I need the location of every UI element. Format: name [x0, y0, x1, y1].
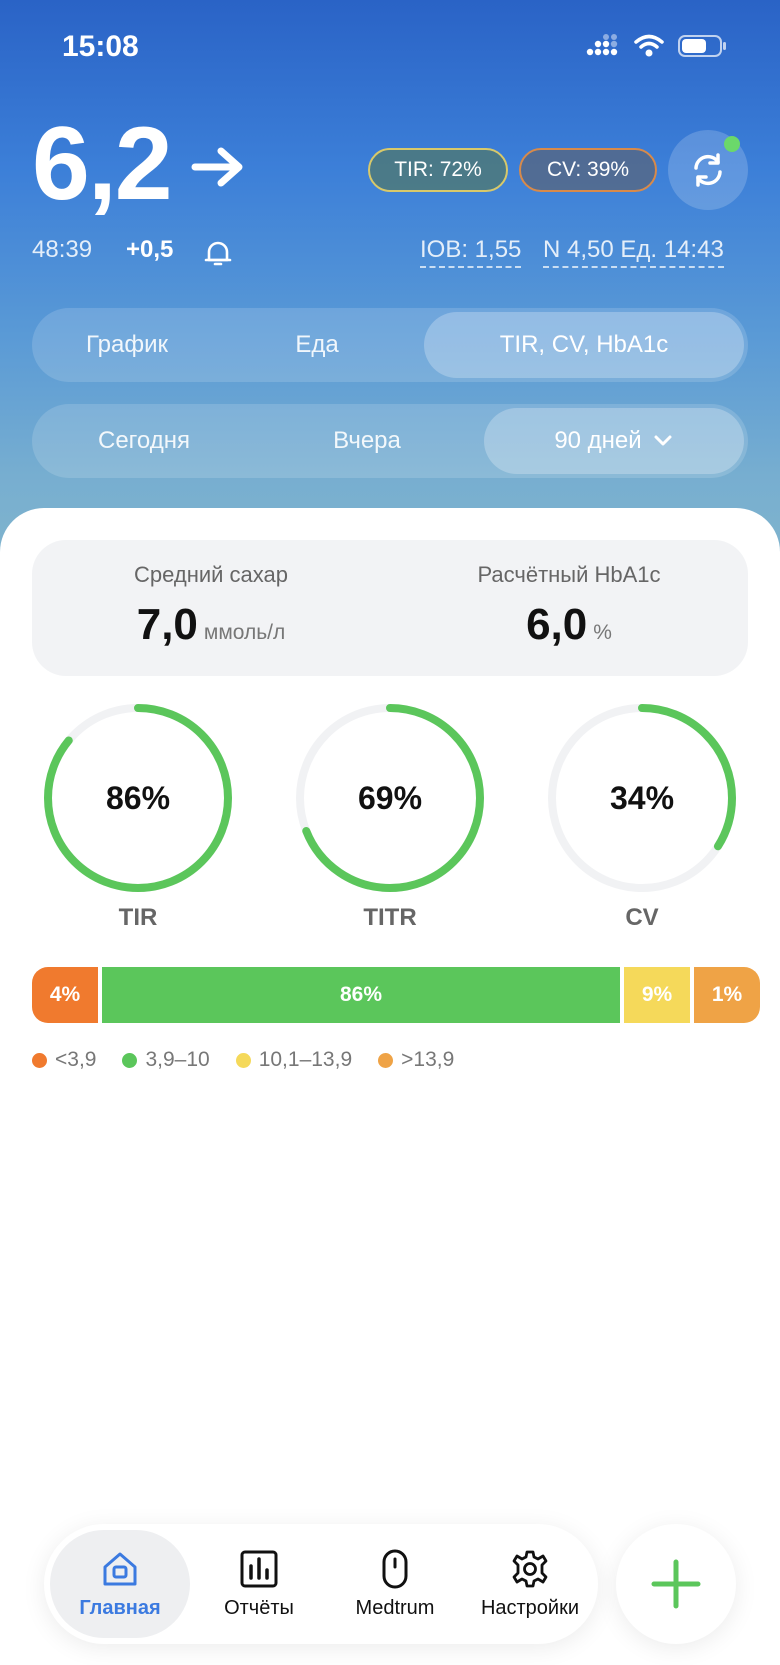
legend-dot [378, 1052, 394, 1068]
range-high-label: 9% [641, 983, 673, 1006]
ring-tir-label: TIR [118, 904, 158, 931]
bottom-tab-bar: Главная Отчёты Medtrum Настройки [44, 1524, 598, 1644]
current-glucose: 6,2 [32, 112, 245, 216]
range-in-target-segment: 86% [102, 967, 620, 1023]
reading-age: 48:39 [32, 236, 93, 263]
ring-titr-label: TITR [363, 904, 417, 931]
iob-link[interactable]: IOB: 1,55 [420, 236, 522, 268]
battery-icon [678, 35, 726, 57]
range-high-segment: 9% [624, 967, 690, 1023]
glucose-value: 6,2 [32, 106, 173, 222]
hba1c-value: 6,0 [526, 600, 588, 649]
legend-label: 3,9–10 [145, 1048, 210, 1071]
arrow-right-icon [191, 147, 243, 187]
range-very-low-label: 4% [49, 983, 81, 1006]
range-in-target-label: 86% [339, 983, 383, 1006]
plus-icon [651, 1559, 701, 1609]
tab-today[interactable]: Сегодня [32, 404, 256, 478]
connection-status-dot [724, 136, 740, 152]
range-very-low-segment: 4% [32, 967, 98, 1023]
average-glucose-label: Средний сахар [133, 562, 288, 587]
ring-titr-percent: 69% [357, 779, 423, 816]
legend-item-very-high: >13,9 [378, 1048, 454, 1072]
glucose-delta: +0,5 [126, 236, 174, 263]
average-glucose-unit: ммоль/л [203, 621, 286, 644]
range-legend: <3,9 3,9–10 10,1–13,9 >13,9 [32, 1048, 454, 1072]
tab-food[interactable]: Еда [222, 308, 412, 382]
device-icon [382, 1549, 408, 1588]
bell-icon[interactable] [204, 238, 232, 268]
tab-tir-cv-hba1c[interactable]: TIR, CV, HbA1c [424, 312, 744, 378]
legend-label: <3,9 [55, 1048, 97, 1071]
summary-card: Средний сахар 7,0 ммоль/л Расчётный HbA1c… [32, 540, 748, 676]
tab-settings-label: Настройки [480, 1596, 580, 1619]
tab-settings[interactable]: Настройки [462, 1530, 598, 1638]
chevron-down-icon [654, 435, 672, 446]
legend-dot [122, 1052, 138, 1068]
range-very-high-label: 1% [711, 983, 743, 1006]
tab-chart[interactable]: График [32, 308, 222, 382]
tab-yesterday[interactable]: Вчера [256, 404, 478, 478]
tab-home[interactable]: Главная [50, 1530, 190, 1638]
estimated-hba1c: Расчётный HbA1c 6,0% [390, 540, 748, 676]
tab-medtrum[interactable]: Medtrum [330, 1530, 460, 1638]
tab-medtrum-label: Medtrum [355, 1596, 435, 1619]
last-dose-link[interactable]: N 4,50 Ед. 14:43 [543, 236, 724, 268]
hba1c-unit: % [593, 621, 612, 644]
status-bar: 15:08 [0, 0, 780, 100]
reports-icon [240, 1550, 278, 1587]
tab-reports[interactable]: Отчёты [194, 1530, 324, 1638]
cellular-signal-icon [586, 34, 618, 56]
ring-tir: 86% [40, 700, 236, 896]
ring-cv: 34% [544, 700, 740, 896]
legend-dot [235, 1052, 251, 1068]
content-sheet [0, 508, 780, 1665]
average-glucose: Средний сахар 7,0 ммоль/л [32, 540, 390, 676]
ring-tir-percent: 86% [105, 779, 171, 816]
add-entry-button[interactable] [616, 1524, 736, 1644]
ring-cv-label: CV [625, 904, 659, 931]
average-glucose-value: 7,0 [136, 600, 198, 649]
view-tabs: График Еда TIR, CV, HbA1c [32, 308, 748, 382]
ring-cv-percent: 34% [609, 779, 675, 816]
cv-badge[interactable]: CV: 39% [519, 148, 657, 192]
period-dropdown[interactable]: 90 дней [484, 408, 744, 474]
period-dropdown-label: 90 дней [554, 427, 642, 454]
legend-item-in-range: 3,9–10 [122, 1048, 210, 1072]
status-time: 15:08 [62, 30, 139, 63]
legend-item-high: 10,1–13,9 [235, 1048, 353, 1072]
period-tabs: Сегодня Вчера 90 дней [32, 404, 748, 478]
home-icon [103, 1552, 137, 1585]
ring-titr: 69% [292, 700, 488, 896]
tab-home-label: Главная [79, 1596, 161, 1619]
legend-label: >13,9 [401, 1048, 455, 1071]
legend-label: 10,1–13,9 [258, 1048, 353, 1071]
hba1c-label: Расчётный HbA1c [477, 562, 661, 587]
time-in-range-bar: 4% 86% 9% 1% [32, 967, 760, 1023]
gear-icon [512, 1550, 548, 1587]
legend-dot [32, 1052, 47, 1068]
tab-reports-label: Отчёты [224, 1596, 294, 1619]
range-very-high-segment: 1% [694, 967, 760, 1023]
wifi-icon [634, 34, 664, 57]
tir-badge[interactable]: TIR: 72% [368, 148, 508, 192]
refresh-icon [694, 153, 722, 187]
legend-item-very-low: <3,9 [32, 1048, 96, 1072]
